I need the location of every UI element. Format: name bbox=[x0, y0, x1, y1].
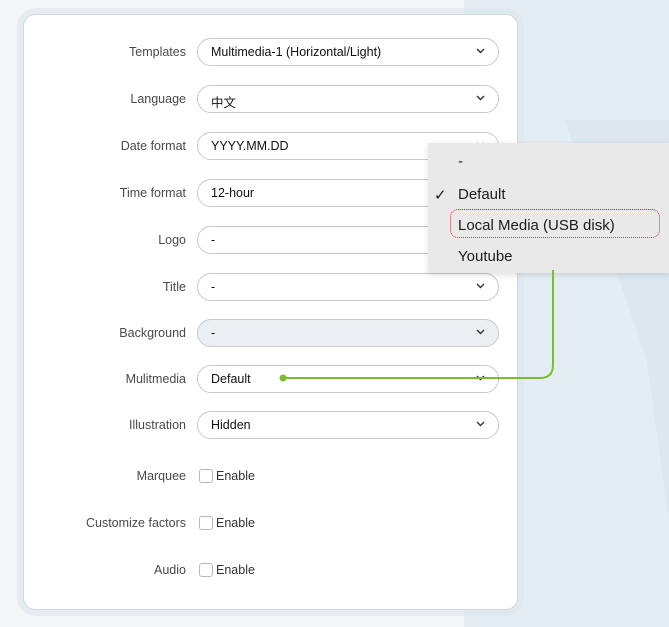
annotation-connector bbox=[279, 270, 554, 382]
